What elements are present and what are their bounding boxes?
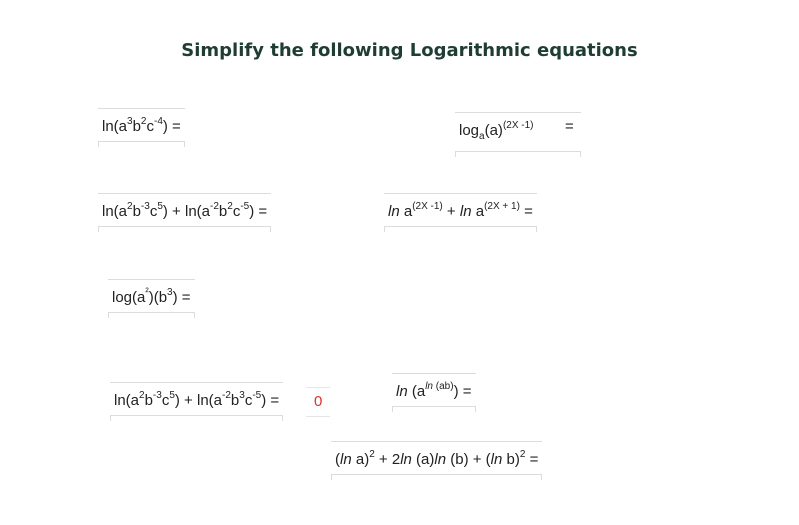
equation-4: ln a(2X -1) + ln a(2X + 1) =	[384, 193, 537, 232]
equation-2: loga(a)(2X -1) =	[455, 112, 581, 157]
equation-3: ln(a2b-3c5) + ln(a-2b2c-5) =	[98, 193, 272, 232]
answer-equation-6[interactable]: 0	[306, 387, 331, 417]
equation-7: ln (aln (ab)) =	[392, 373, 476, 412]
page-title: Simplify the following Logarithmic equat…	[181, 40, 638, 61]
equation-5: log(a²)(b3) =	[108, 279, 195, 318]
equation-6: ln(a2b-3c5) + ln(a-2b3c-5) =	[110, 382, 284, 421]
equation-8: (ln a)2 + 2ln (a)ln (b) + (ln b)2 =	[331, 441, 543, 480]
equation-1: ln(a3b2c-4) =	[98, 108, 185, 147]
